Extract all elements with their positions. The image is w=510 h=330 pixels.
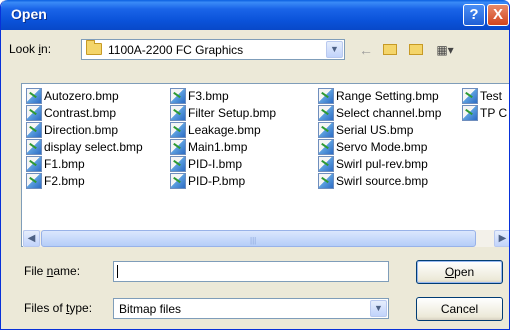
up-folder-icon[interactable] (381, 40, 399, 60)
bitmap-file-icon (170, 105, 186, 121)
chevron-down-icon[interactable]: ▼ (326, 41, 343, 58)
view-menu-icon[interactable]: ▦▾ (433, 40, 457, 60)
bitmap-file-icon (26, 156, 42, 172)
folder-icon (86, 40, 102, 55)
scroll-right-icon[interactable]: ▶ (494, 230, 509, 247)
bitmap-file-icon (26, 139, 42, 155)
bitmap-file-icon (170, 88, 186, 104)
file-name-label: File name: (24, 264, 81, 278)
new-folder-icon[interactable] (405, 40, 427, 60)
look-in-label: Look in: (9, 42, 52, 56)
horizontal-scrollbar[interactable]: ◀ ||| ▶ (23, 230, 509, 247)
bitmap-file-icon (26, 122, 42, 138)
bitmap-file-icon (170, 156, 186, 172)
bitmap-file-icon (318, 122, 334, 138)
help-button[interactable]: ? (463, 4, 485, 26)
scroll-left-icon[interactable]: ◀ (23, 230, 40, 247)
file-list[interactable]: Autozero.bmp Contrast.bmp Direction.bmp … (21, 83, 509, 247)
bitmap-file-icon (462, 88, 478, 104)
title-bar[interactable]: Open ? X (1, 0, 509, 30)
bitmap-file-icon (318, 105, 334, 121)
bitmap-file-icon (318, 156, 334, 172)
file-name-input[interactable] (113, 261, 389, 282)
bitmap-file-icon (26, 173, 42, 189)
chevron-down-icon[interactable]: ▼ (370, 300, 387, 317)
bitmap-file-icon (170, 173, 186, 189)
grip-icon: ||| (250, 236, 257, 245)
text-caret (117, 265, 118, 278)
window-title: Open (11, 6, 47, 22)
bitmap-file-icon (26, 88, 42, 104)
bitmap-file-icon (170, 139, 186, 155)
bitmap-file-icon (318, 173, 334, 189)
cancel-button[interactable]: Cancel (416, 297, 503, 321)
bitmap-file-icon (318, 139, 334, 155)
file-type-select[interactable]: Bitmap files ▼ (113, 298, 389, 319)
scroll-thumb[interactable]: ||| (41, 230, 476, 247)
bitmap-file-icon (26, 105, 42, 121)
bitmap-file-icon (318, 88, 334, 104)
look-in-value: 1100A-2200 FC Graphics (108, 43, 244, 57)
open-dialog: Open ? X Look in: 1100A-2200 FC Graphics… (0, 0, 510, 330)
back-arrow-icon[interactable]: ← (357, 40, 375, 60)
open-button[interactable]: Open (416, 260, 503, 284)
bitmap-file-icon (170, 122, 186, 138)
files-of-type-label: Files of type: (24, 301, 93, 315)
look-in-combo[interactable]: 1100A-2200 FC Graphics ▼ (81, 39, 345, 60)
bitmap-file-icon (462, 105, 478, 121)
close-button[interactable]: X (487, 4, 509, 26)
file-type-value: Bitmap files (119, 302, 182, 316)
